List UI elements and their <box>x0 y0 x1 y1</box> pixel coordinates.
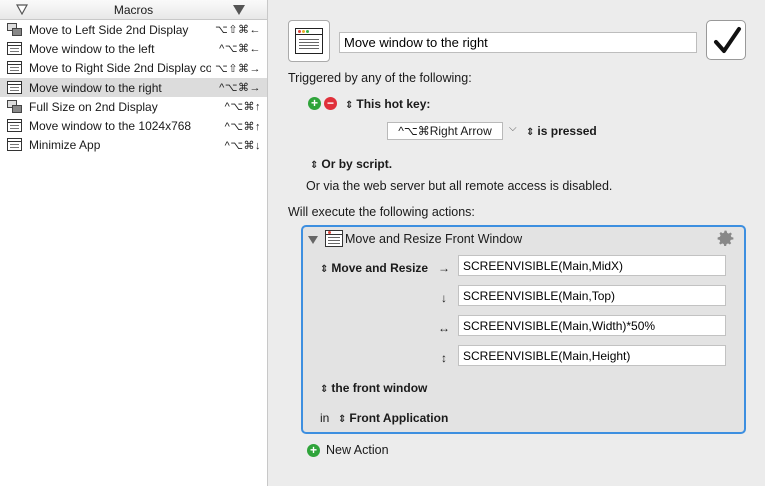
macro-item-keys: ⌥⇧⌘→ <box>215 62 261 75</box>
disclosure-triangle-icon[interactable] <box>308 236 318 245</box>
macro-item[interactable]: Full Size on 2nd Display ^⌥⌘↑ <box>0 97 267 116</box>
application-label: Front Application <box>349 411 449 425</box>
macro-name-input[interactable] <box>339 32 697 53</box>
updown-icon: ⇕ <box>526 127 535 138</box>
macro-item-name: Move to Left Side 2nd Display <box>29 22 189 37</box>
add-trigger-icon[interactable]: + <box>308 97 321 110</box>
hotkey-state-label: is pressed <box>537 124 597 138</box>
macro-item[interactable]: Move window to the left ^⌥⌘← <box>0 39 267 58</box>
macro-item[interactable]: Move to Left Side 2nd Display ⌥⇧⌘← <box>0 20 267 39</box>
macro-item[interactable]: Minimize App ^⌥⌘↓ <box>0 136 267 155</box>
macro-item-name: Move window to the right <box>29 80 162 95</box>
width-input[interactable] <box>458 315 726 336</box>
macro-list: Move to Left Side 2nd Display ⌥⇧⌘← Move … <box>0 20 267 155</box>
action-window-icon <box>325 230 343 247</box>
macro-item-name: Minimize App <box>29 138 101 153</box>
hotkey-state-popup[interactable]: ⇕ is pressed <box>526 124 597 138</box>
macro-item-keys: ^⌥⌘→ <box>219 82 261 95</box>
x-position-input[interactable] <box>458 255 726 276</box>
height-input[interactable] <box>458 345 726 366</box>
macro-item-keys: ^⌥⌘↓ <box>224 139 261 152</box>
target-window-label: the front window <box>331 381 428 395</box>
triggered-label: Triggered by any of the following: <box>288 71 472 85</box>
script-trigger-popup[interactable]: ⇕ Or by script. <box>310 157 392 171</box>
macro-item-name: Move window to the left <box>29 41 155 56</box>
execute-label: Will execute the following actions: <box>288 205 475 219</box>
script-trigger-label: Or by script. <box>321 157 393 171</box>
macro-item-name: Move window to the 1024x768 <box>29 119 192 134</box>
action-box[interactable]: Move and Resize Front Window ⇕ Move and R… <box>301 225 746 434</box>
window-icon <box>7 80 23 95</box>
stacked-windows-icon <box>7 22 23 37</box>
macro-sidebar: Macros Move to Left Side 2nd Display ⌥⇧⌘… <box>0 0 268 486</box>
checkmark-icon <box>714 27 741 53</box>
macro-item-keys: ^⌥⌘↑ <box>224 120 261 133</box>
window-icon <box>7 41 23 56</box>
sidebar-title: Macros <box>113 3 154 17</box>
application-popup[interactable]: ⇕ Front Application <box>338 411 448 425</box>
window-icon <box>7 138 23 152</box>
updown-icon: ⇕ <box>338 414 347 425</box>
updown-icon: ⇕ <box>320 384 329 395</box>
macro-item[interactable]: Move to Right Side 2nd Display co... ⌥⇧⌘… <box>0 59 267 78</box>
window-icon <box>7 61 23 75</box>
hotkey-trigger-label: This hot key: <box>356 97 431 111</box>
action-title: Move and Resize Front Window <box>345 232 523 246</box>
add-action-icon[interactable]: + <box>307 444 320 457</box>
hotkey-trigger-popup[interactable]: ⇕ This hot key: <box>345 97 430 111</box>
arrow-down-icon: ↓ <box>441 291 447 305</box>
updown-icon: ⇕ <box>320 264 329 275</box>
arrow-right-icon: → <box>438 261 450 275</box>
move-resize-popup[interactable]: ⇕ Move and Resize <box>320 261 428 275</box>
macro-enabled-checkbox[interactable] <box>706 20 746 60</box>
move-resize-label: Move and Resize <box>331 261 429 275</box>
macro-item-keys: ^⌥⌘← <box>219 43 261 56</box>
target-window-popup[interactable]: ⇕ the front window <box>320 381 427 395</box>
chevron-down-icon[interactable]: ⌵ <box>509 123 517 134</box>
stacked-windows-icon <box>7 99 23 114</box>
arrow-horizontal-icon: ↔ <box>438 321 450 335</box>
macro-item-selected[interactable]: Move window to the right ^⌥⌘→ <box>0 77 267 98</box>
y-position-input[interactable] <box>458 285 726 306</box>
triangle-outline-icon[interactable] <box>16 4 28 15</box>
hotkey-field[interactable]: ^⌥⌘Right Arrow <box>387 122 503 140</box>
triangle-filled-icon[interactable] <box>233 5 245 15</box>
remove-trigger-icon[interactable]: − <box>324 97 337 110</box>
macro-window-icon[interactable] <box>288 20 330 62</box>
sidebar-header[interactable]: Macros <box>0 0 267 20</box>
macro-item[interactable]: Move window to the 1024x768 ^⌥⌘↑ <box>0 116 267 135</box>
gear-icon[interactable] <box>715 228 736 249</box>
arrow-vertical-icon: ↕ <box>441 351 447 365</box>
new-action-button[interactable]: New Action <box>326 443 389 457</box>
web-server-text: Or via the web server but all remote acc… <box>306 179 613 193</box>
macro-editor: Triggered by any of the following: + − ⇕… <box>269 0 765 486</box>
macro-item-keys: ⌥⇧⌘← <box>215 24 261 37</box>
window-icon <box>7 119 23 133</box>
updown-icon: ⇕ <box>310 160 319 171</box>
macro-item-name: Move to Right Side 2nd Display co... <box>29 61 212 76</box>
updown-icon: ⇕ <box>345 100 354 111</box>
macro-item-name: Full Size on 2nd Display <box>29 99 158 114</box>
macro-item-keys: ^⌥⌘↑ <box>224 101 261 114</box>
in-label: in <box>320 411 330 425</box>
